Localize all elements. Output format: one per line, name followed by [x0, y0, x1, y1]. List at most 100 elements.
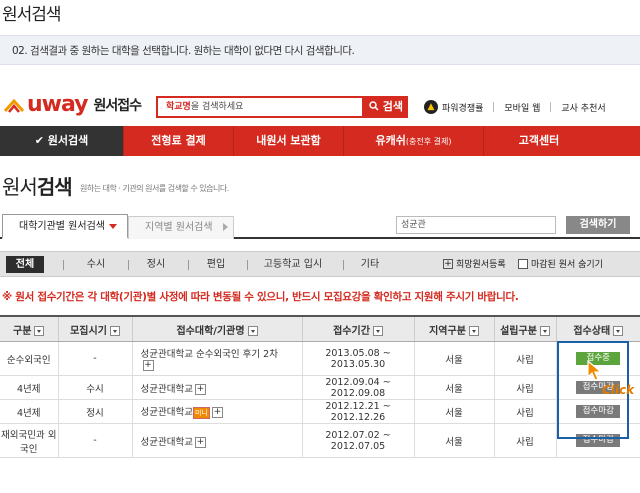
university-link[interactable]: 성균관대학교	[141, 384, 193, 395]
filter-high-school[interactable]: 고등학교 입시	[253, 256, 333, 273]
col-type[interactable]: 구분	[0, 315, 59, 342]
cell-university: 성균관대학교 +	[132, 375, 303, 400]
wish-register-label: 희망원서등록	[456, 260, 506, 270]
wish-register-option[interactable]: + 희망원서등록	[443, 257, 506, 270]
cell-period: 정시	[58, 399, 133, 424]
section-title-bold: 검색	[36, 175, 73, 199]
table-header-row: 구분 모집시기 접수대학/기관명 접수기간 지역구분 설립구분 접수상태	[0, 315, 640, 342]
filter-transfer[interactable]: 편입	[196, 256, 236, 273]
add-plus-button[interactable]: +	[142, 360, 154, 371]
cell-dates: 2013.05.08 ~ 2013.05.30	[302, 341, 415, 376]
hide-closed-checkbox[interactable]	[518, 258, 528, 269]
nav-label: 유캐쉬	[375, 134, 406, 147]
table-row: 순수외국인 - 성균관대학교 순수외국인 후기 2차 + 2013.05.08 ~…	[0, 341, 640, 376]
uway-logo[interactable]: uway 원서접수	[3, 94, 143, 116]
guide-notice: 02. 검색결과 중 원하는 대학을 선택합니다. 원하는 대학이 없다면 다시…	[0, 35, 640, 65]
col-university[interactable]: 접수대학/기관명	[132, 315, 303, 342]
sort-dropdown-icon[interactable]	[613, 325, 624, 336]
col-label: 구분	[13, 325, 32, 337]
university-link[interactable]: 성균관대학교	[141, 407, 193, 418]
add-plus-button[interactable]: +	[194, 383, 206, 395]
link-mobile-web[interactable]: 모바일 웹	[504, 101, 540, 114]
section-title-light: 원서	[2, 175, 38, 199]
sort-dropdown-icon[interactable]	[34, 325, 45, 336]
results-table: 구분 모집시기 접수대학/기관명 접수기간 지역구분 설립구분 접수상태 순수외…	[0, 315, 640, 458]
section-title: 원서검색	[2, 171, 73, 200]
search-button[interactable]: 검색	[364, 96, 408, 118]
sort-dropdown-icon[interactable]	[109, 325, 120, 336]
nav-label: 고객센터	[518, 134, 560, 147]
university-search-input[interactable]: 성균관	[396, 216, 556, 234]
cell-type: 순수외국인	[0, 341, 59, 376]
brand-sub: 원서접수	[93, 98, 143, 114]
add-plus-button[interactable]: +	[194, 436, 206, 448]
col-founding[interactable]: 설립구분	[494, 315, 557, 342]
tab-by-university[interactable]: 대학기관별 원서검색	[2, 214, 128, 239]
search-placeholder-highlight: 학교명	[166, 102, 191, 112]
search-icon	[369, 101, 379, 111]
check-icon: ✔	[34, 134, 44, 147]
table-row: 4년제 정시 성균관대학교 미니 + 2012.12.21 ~ 2012.12.26…	[0, 399, 640, 424]
deadline-warning: ※ 원서 접수기간은 각 대학(기관)별 사정에 따라 변동될 수 있으니, 반…	[2, 291, 519, 303]
divider	[128, 260, 129, 270]
nav-label: 전형료 결제	[151, 134, 206, 147]
nav-application-search[interactable]: ✔ 원서검색	[0, 126, 124, 156]
page-title: 원서검색	[2, 5, 62, 25]
mini-badge: 미니	[192, 406, 210, 419]
cell-period: -	[58, 341, 133, 376]
col-status[interactable]: 접수상태	[556, 315, 640, 342]
nav-customer-center[interactable]: 고객센터	[484, 126, 594, 156]
nav-ucash[interactable]: 유캐쉬(충전후 결제)	[344, 126, 484, 156]
university-link[interactable]: 성균관대학교	[141, 437, 193, 448]
nav-fee-payment[interactable]: 전형료 결제	[124, 126, 234, 156]
divider	[247, 260, 248, 270]
section-description: 원하는 대학 · 기관의 원서를 검색할 수 있습니다.	[80, 184, 229, 193]
tab-label: 지역별 원서검색	[145, 222, 213, 233]
filter-other[interactable]: 기타	[350, 256, 390, 273]
power-rate-icon: ▲	[424, 100, 438, 114]
plus-icon: +	[443, 258, 453, 269]
sort-dropdown-icon[interactable]	[468, 325, 479, 336]
divider	[550, 102, 552, 112]
cell-period: -	[58, 423, 133, 458]
chevron-right-icon	[222, 223, 228, 231]
link-teacher-recommendation[interactable]: 교사 추천서	[561, 101, 605, 114]
filter-regular[interactable]: 정시	[136, 256, 176, 273]
col-label: 지역구분	[429, 325, 466, 337]
cell-region: 서울	[414, 341, 495, 376]
link-power-rate[interactable]: 파워경쟁률	[442, 101, 483, 114]
nav-my-applications[interactable]: 내원서 보관함	[234, 126, 344, 156]
cell-university: 성균관대학교 미니 +	[132, 399, 303, 424]
tab-by-region[interactable]: 지역별 원서검색	[128, 216, 234, 239]
nav-label: 원서검색	[47, 134, 89, 147]
cell-dates: 2012.12.21 ~ 2012.12.26	[302, 399, 415, 424]
col-dates[interactable]: 접수기간	[302, 315, 415, 342]
col-label: 설립구분	[500, 325, 537, 337]
cell-region: 서울	[414, 399, 495, 424]
cell-university: 성균관대학교 순수외국인 후기 2차 +	[132, 341, 303, 376]
sort-dropdown-icon[interactable]	[539, 325, 550, 336]
add-plus-button[interactable]: +	[211, 407, 223, 419]
filter-early[interactable]: 수시	[76, 256, 116, 273]
sort-dropdown-icon[interactable]	[372, 325, 383, 336]
divider	[343, 260, 344, 270]
university-link[interactable]: 성균관대학교 순수외국인 후기 2차	[141, 349, 278, 360]
cell-type: 재외국민과 외국인	[0, 423, 59, 458]
hide-closed-option[interactable]: 마감된 원서 숨기기	[518, 257, 603, 270]
col-period[interactable]: 모집시기	[58, 315, 133, 342]
table-row: 4년제 수시 성균관대학교 + 2012.09.04 ~ 2012.09.08 서…	[0, 375, 640, 400]
col-label: 접수대학/기관명	[176, 325, 245, 337]
logo-mark-icon	[3, 98, 25, 113]
cell-founding: 사립	[494, 399, 557, 424]
filter-bar: 전체 수시 정시 편입 고등학교 입시 기타 + 희망원서등록 마감된 원서 숨기…	[0, 251, 640, 277]
search-placeholder-rest: 을 검색하세요	[190, 102, 244, 112]
search-button-label: 검색	[382, 100, 404, 113]
cell-founding: 사립	[494, 375, 557, 400]
cell-dates: 2012.07.02 ~ 2012.07.05	[302, 423, 415, 458]
school-search-input[interactable]: 학교명을 검색하세요	[156, 96, 364, 118]
col-label: 접수상태	[573, 325, 611, 337]
col-region[interactable]: 지역구분	[414, 315, 495, 342]
sort-dropdown-icon[interactable]	[247, 325, 258, 336]
university-search-button[interactable]: 검색하기	[566, 216, 630, 234]
filter-all[interactable]: 전체	[6, 256, 44, 273]
